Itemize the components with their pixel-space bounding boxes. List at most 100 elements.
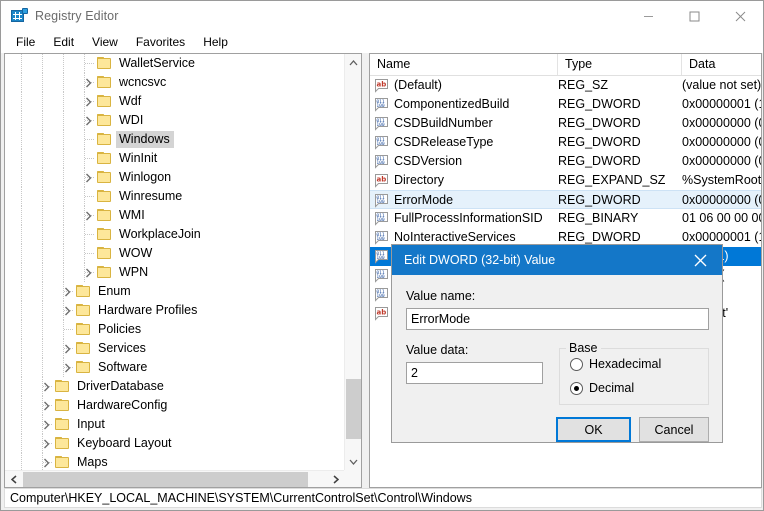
close-icon[interactable] xyxy=(717,1,763,31)
menu-edit[interactable]: Edit xyxy=(44,32,83,52)
scroll-up-icon[interactable] xyxy=(345,54,361,71)
cancel-button[interactable]: Cancel xyxy=(639,417,709,442)
dialog-close-icon[interactable] xyxy=(678,245,722,275)
tree-node[interactable]: HardwareConfig xyxy=(5,396,344,415)
tree-node-label: Maps xyxy=(77,455,108,469)
tree-node[interactable]: wcncsvc xyxy=(5,73,344,92)
tree-indent-guide xyxy=(42,282,43,301)
chevron-right-icon[interactable] xyxy=(39,453,53,470)
tree-node-label: WOW xyxy=(119,246,153,260)
value-name-label: Value name: xyxy=(406,289,476,303)
listview-header: Name Type Data xyxy=(370,54,761,76)
scroll-right-icon[interactable] xyxy=(327,471,344,487)
folder-icon xyxy=(97,247,112,260)
tree-indent-guide xyxy=(63,73,64,92)
ok-button[interactable]: OK xyxy=(556,417,631,442)
tree-node[interactable]: WalletService xyxy=(5,54,344,73)
chevron-right-icon[interactable] xyxy=(39,415,53,434)
svg-text:100: 100 xyxy=(376,255,385,261)
tree-node[interactable]: WorkplaceJoin xyxy=(5,225,344,244)
column-header-type[interactable]: Type xyxy=(558,54,682,75)
tree-hscroll-thumb[interactable] xyxy=(23,472,308,487)
svg-text:100: 100 xyxy=(376,274,385,280)
tree-node[interactable]: DriverDatabase xyxy=(5,377,344,396)
tree-node[interactable]: Maps xyxy=(5,453,344,470)
tree-indent-guide xyxy=(42,339,43,358)
tree-node[interactable]: Input xyxy=(5,415,344,434)
tree-indent-guide xyxy=(63,263,64,282)
tree-node[interactable]: WOW xyxy=(5,244,344,263)
menu-help[interactable]: Help xyxy=(194,32,237,52)
registry-tree[interactable]: WalletService wcncsvc Wdf WDI Windows WinInit… xyxy=(5,54,344,470)
tree-node-spacer xyxy=(81,54,95,73)
tree-node[interactable]: Wdf xyxy=(5,92,344,111)
scroll-left-icon[interactable] xyxy=(5,471,22,487)
menu-favorites[interactable]: Favorites xyxy=(127,32,194,52)
cell-data: (value not set) xyxy=(682,78,761,92)
chevron-right-icon[interactable] xyxy=(81,73,95,92)
minimize-icon[interactable] xyxy=(625,1,671,31)
maximize-icon[interactable] xyxy=(671,1,717,31)
tree-vertical-scrollbar[interactable] xyxy=(344,54,361,470)
menu-file[interactable]: File xyxy=(7,32,44,52)
tree-node[interactable]: Keyboard Layout xyxy=(5,434,344,453)
chevron-right-icon[interactable] xyxy=(39,396,53,415)
scroll-corner xyxy=(344,470,361,487)
value-data-input[interactable]: 2 xyxy=(406,362,543,384)
tree-node[interactable]: Winlogon xyxy=(5,168,344,187)
radio-decimal[interactable]: Decimal xyxy=(570,381,634,395)
folder-icon xyxy=(97,152,112,165)
chevron-right-icon[interactable] xyxy=(81,168,95,187)
tree-node[interactable]: Enum xyxy=(5,282,344,301)
menu-view[interactable]: View xyxy=(83,32,127,52)
chevron-right-icon[interactable] xyxy=(60,282,74,301)
tree-node[interactable]: Software xyxy=(5,358,344,377)
value-name-input[interactable]: ErrorMode xyxy=(406,308,709,330)
column-header-data[interactable]: Data xyxy=(682,54,761,75)
folder-icon xyxy=(97,57,112,70)
tree-indent-guide xyxy=(63,206,64,225)
column-header-name[interactable]: Name xyxy=(370,54,558,75)
listview-row[interactable]: 011 100 CSDVersion REG_DWORD 0x00000000 (0) xyxy=(370,152,761,171)
listview-row[interactable]: 011 100 FullProcessInformationSID REG_BINAR… xyxy=(370,209,761,228)
tree-indent-guide xyxy=(63,130,64,149)
tree-indent-guide xyxy=(63,92,64,111)
tree-node[interactable]: WDI xyxy=(5,111,344,130)
listview-row[interactable]: 011 100 ErrorMode REG_DWORD 0x00000000 (0) xyxy=(370,190,761,209)
tree-indent-guide xyxy=(21,149,22,168)
cell-data: 0x00000000 (0) xyxy=(682,116,761,130)
chevron-right-icon[interactable] xyxy=(60,358,74,377)
chevron-right-icon[interactable] xyxy=(60,339,74,358)
tree-node[interactable]: Winresume xyxy=(5,187,344,206)
registry-path: Computer\HKEY_LOCAL_MACHINE\SYSTEM\Curre… xyxy=(10,491,472,505)
tree-horizontal-scrollbar[interactable] xyxy=(5,470,344,487)
chevron-right-icon[interactable] xyxy=(81,263,95,282)
dword-value-icon: 011 100 xyxy=(374,249,389,264)
tree-node[interactable]: Services xyxy=(5,339,344,358)
tree-node-label: Software xyxy=(98,360,148,374)
chevron-right-icon[interactable] xyxy=(39,377,53,396)
listview-row[interactable]: 011 100 CSDBuildNumber REG_DWORD 0x00000000 … xyxy=(370,114,761,133)
scroll-down-icon[interactable] xyxy=(345,453,361,470)
tree-node[interactable]: Policies xyxy=(5,320,344,339)
chevron-right-icon[interactable] xyxy=(60,301,74,320)
listview-row[interactable]: 011 100 CSDReleaseType REG_DWORD 0x00000000 … xyxy=(370,133,761,152)
tree-node[interactable]: Hardware Profiles xyxy=(5,301,344,320)
listview-row[interactable]: ab (Default) REG_SZ (value not set) xyxy=(370,76,761,95)
tree-node[interactable]: WMI xyxy=(5,206,344,225)
chevron-right-icon[interactable] xyxy=(81,206,95,225)
listview-row[interactable]: ab Directory REG_EXPAND_SZ %SystemRoot' xyxy=(370,171,761,190)
tree-indent-guide xyxy=(21,92,22,111)
string-value-icon: ab xyxy=(374,306,389,321)
radio-hexadecimal[interactable]: Hexadecimal xyxy=(570,357,661,371)
tree-indent-guide xyxy=(63,187,64,206)
tree-indent-guide xyxy=(21,263,22,282)
tree-scroll-thumb[interactable] xyxy=(346,379,361,439)
tree-node[interactable]: WPN xyxy=(5,263,344,282)
tree-node[interactable]: Windows xyxy=(5,130,344,149)
tree-node[interactable]: WinInit xyxy=(5,149,344,168)
listview-row[interactable]: 011 100 ComponentizedBuild REG_DWORD 0x00000… xyxy=(370,95,761,114)
chevron-right-icon[interactable] xyxy=(81,92,95,111)
chevron-right-icon[interactable] xyxy=(39,434,53,453)
chevron-right-icon[interactable] xyxy=(81,111,95,130)
